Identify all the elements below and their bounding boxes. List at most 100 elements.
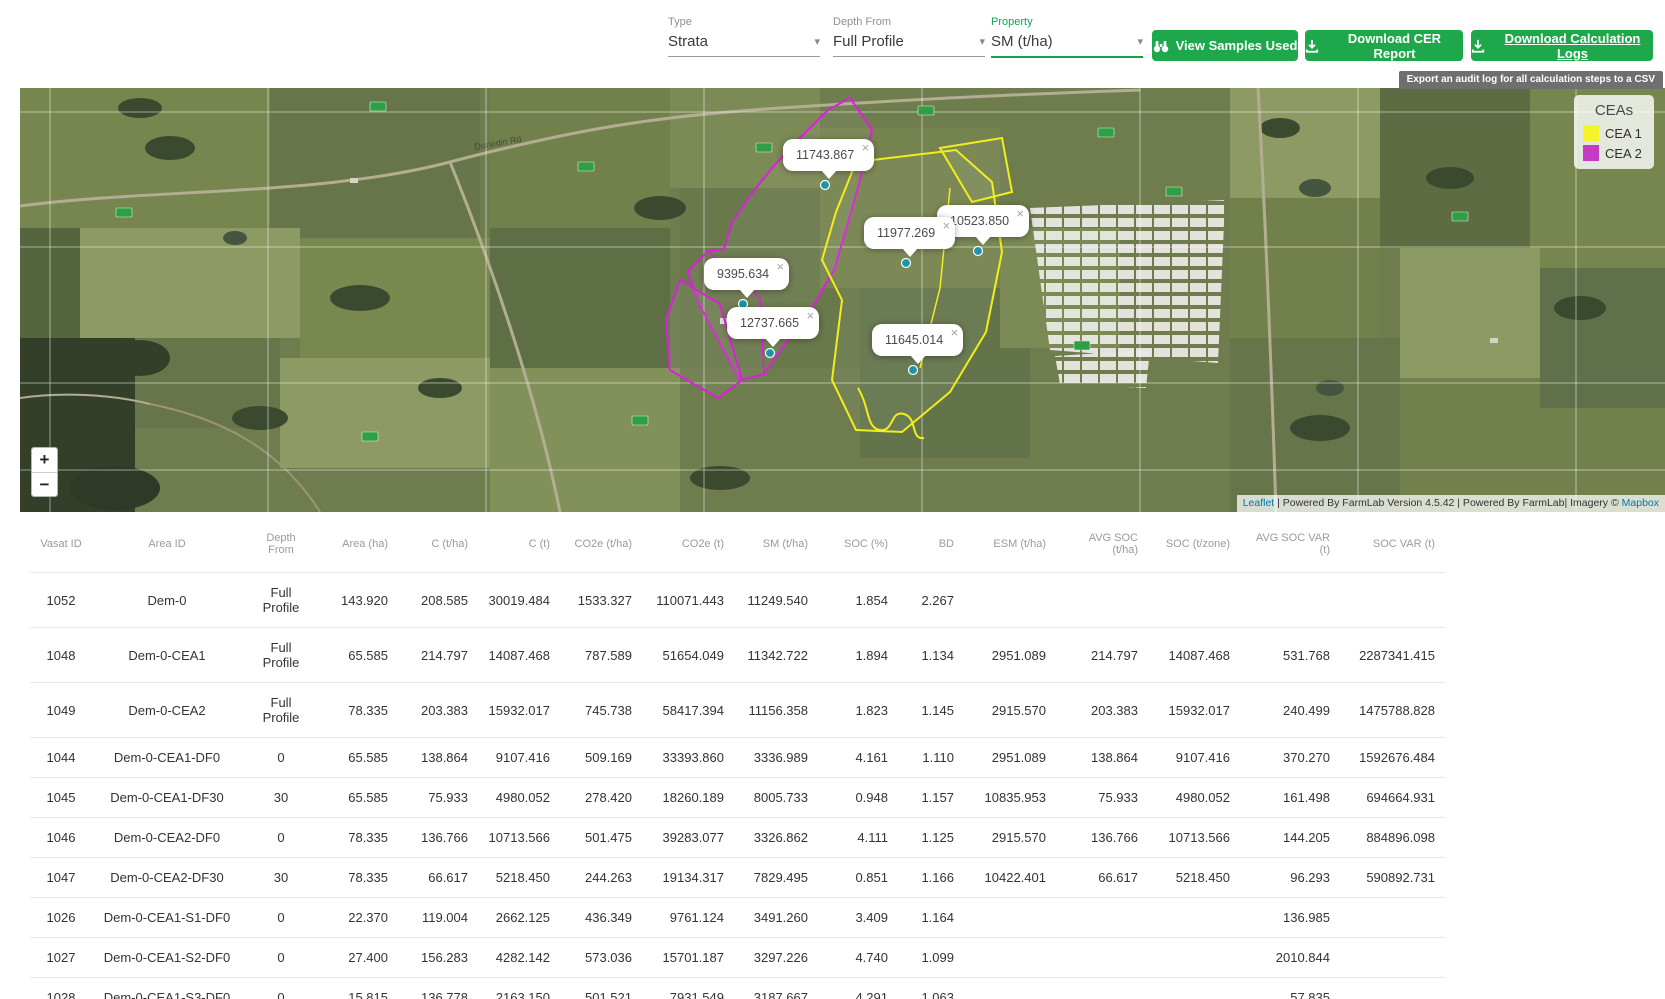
table-cell: 9107.416 — [1148, 738, 1240, 778]
table-cell: 65.585 — [320, 628, 398, 683]
table-cell: 136.778 — [398, 978, 478, 999]
table-cell: 3326.862 — [734, 818, 818, 858]
table-cell: 531.768 — [1240, 628, 1340, 683]
download-cer-report-label: Download CER Report — [1326, 31, 1463, 61]
table-row: 1049Dem-0-CEA2Full Profile78.335203.3831… — [30, 683, 1445, 738]
map-zoom-control: + − — [31, 447, 58, 497]
table-cell: 1026 — [30, 898, 92, 938]
table-cell: 66.617 — [398, 858, 478, 898]
table-cell: 1533.327 — [560, 573, 642, 628]
zoom-in-button[interactable]: + — [32, 448, 57, 472]
table-cell: 884896.098 — [1340, 818, 1445, 858]
table-cell: 4.740 — [818, 938, 898, 978]
zoom-out-button[interactable]: − — [32, 472, 57, 496]
table-cell: 58417.394 — [642, 683, 734, 738]
leaflet-link[interactable]: Leaflet — [1243, 497, 1275, 509]
table-cell: Dem-0-CEA1-S1-DF0 — [92, 898, 242, 938]
popup-value: 12737.665 — [740, 316, 799, 330]
chevron-down-icon[interactable]: ▾ — [979, 35, 985, 48]
table-cell — [1240, 573, 1340, 628]
legend-item-cea2: CEA 2 — [1583, 145, 1645, 161]
type-select[interactable]: Type Strata ▾ — [668, 16, 820, 57]
close-icon[interactable]: × — [807, 309, 815, 322]
table-cell: 1592676.484 — [1340, 738, 1445, 778]
table-cell: 11342.722 — [734, 628, 818, 683]
table-cell — [1148, 938, 1240, 978]
column-header: C (t) — [478, 524, 560, 573]
cea-legend: CEAs CEA 1 CEA 2 — [1574, 95, 1654, 169]
table-cell — [1340, 898, 1445, 938]
close-icon[interactable]: × — [943, 219, 951, 232]
depth-from-select[interactable]: Depth From Full Profile ▾ — [833, 16, 985, 57]
table-cell: 4.291 — [818, 978, 898, 999]
close-icon[interactable]: × — [951, 326, 959, 339]
table-cell — [964, 938, 1056, 978]
table-cell: Dem-0-CEA1-S3-DF0 — [92, 978, 242, 999]
attribution-text: | Powered By FarmLab Version 4.5.42 | Po… — [1274, 497, 1621, 509]
table-cell: 1.145 — [898, 683, 964, 738]
close-icon[interactable]: × — [862, 141, 870, 154]
results-table-body: 1052Dem-0Full Profile143.920208.58530019… — [30, 573, 1445, 999]
table-cell: 1.099 — [898, 938, 964, 978]
table-cell: Dem-0-CEA2-DF30 — [92, 858, 242, 898]
table-cell: 1.823 — [818, 683, 898, 738]
table-cell: Dem-0-CEA1-DF0 — [92, 738, 242, 778]
table-cell: 2915.570 — [964, 818, 1056, 858]
table-cell: 15701.187 — [642, 938, 734, 978]
close-icon[interactable]: × — [1017, 207, 1025, 220]
page: Type Strata ▾ Depth From Full Profile ▾ … — [0, 0, 1665, 999]
table-row: 1028Dem-0-CEA1-S3-DF0015.815136.7782163.… — [30, 978, 1445, 999]
chevron-down-icon[interactable]: ▾ — [814, 35, 820, 48]
table-cell: 119.004 — [398, 898, 478, 938]
table-cell: 694664.931 — [1340, 778, 1445, 818]
column-header: Area ID — [92, 524, 242, 573]
table-cell: 1044 — [30, 738, 92, 778]
table-cell: 573.036 — [560, 938, 642, 978]
results-table-section: Vasat IDArea IDDepth FromArea (ha)C (t/h… — [30, 524, 1420, 999]
table-cell: Dem-0-CEA2-DF0 — [92, 818, 242, 858]
legend-title: CEAs — [1583, 102, 1645, 119]
legend-item-cea1: CEA 1 — [1583, 125, 1645, 141]
table-cell — [1148, 573, 1240, 628]
download-calculation-logs-button[interactable]: Download Calculation Logs — [1471, 30, 1653, 61]
column-header: SOC (t/zone) — [1148, 524, 1240, 573]
download-cer-report-button[interactable]: Download CER Report — [1305, 30, 1463, 61]
download-icon — [1471, 39, 1485, 53]
table-cell: 1046 — [30, 818, 92, 858]
table-cell: 214.797 — [1056, 628, 1148, 683]
satellite-map[interactable]: Dunedin Rd — [20, 88, 1665, 512]
table-cell: 0 — [242, 738, 320, 778]
table-cell: Full Profile — [242, 573, 320, 628]
table-cell: 30 — [242, 778, 320, 818]
mapbox-link[interactable]: Mapbox — [1622, 497, 1659, 509]
table-cell: 78.335 — [320, 683, 398, 738]
table-cell — [964, 573, 1056, 628]
table-cell — [1056, 898, 1148, 938]
table-cell — [1340, 978, 1445, 999]
table-cell: 51654.049 — [642, 628, 734, 683]
table-cell: 208.585 — [398, 573, 478, 628]
table-cell: 57.835 — [1240, 978, 1340, 999]
table-cell: 15.815 — [320, 978, 398, 999]
popup-value: 11977.269 — [877, 226, 935, 240]
depth-from-select-label: Depth From — [833, 16, 985, 28]
table-cell: 1.166 — [898, 858, 964, 898]
view-samples-used-label: View Samples Used — [1176, 38, 1298, 53]
view-samples-used-button[interactable]: View Samples Used — [1152, 30, 1298, 61]
property-select-label: Property — [991, 16, 1143, 28]
property-select-value: SM (t/ha) — [991, 33, 1053, 50]
popup-value: 11645.014 — [885, 333, 943, 347]
property-select[interactable]: Property SM (t/ha) ▾ — [991, 16, 1143, 58]
results-table: Vasat IDArea IDDepth FromArea (ha)C (t/h… — [30, 524, 1445, 999]
close-icon[interactable]: × — [777, 260, 785, 273]
chevron-down-icon[interactable]: ▾ — [1137, 35, 1143, 48]
popup-value: 10523.850 — [950, 214, 1009, 228]
table-cell: 501.475 — [560, 818, 642, 858]
table-cell: 1.894 — [818, 628, 898, 683]
table-cell: 214.797 — [398, 628, 478, 683]
table-cell: 203.383 — [1056, 683, 1148, 738]
table-cell: 78.335 — [320, 858, 398, 898]
table-cell: Dem-0 — [92, 573, 242, 628]
table-cell — [1056, 573, 1148, 628]
table-cell: 1.164 — [898, 898, 964, 938]
